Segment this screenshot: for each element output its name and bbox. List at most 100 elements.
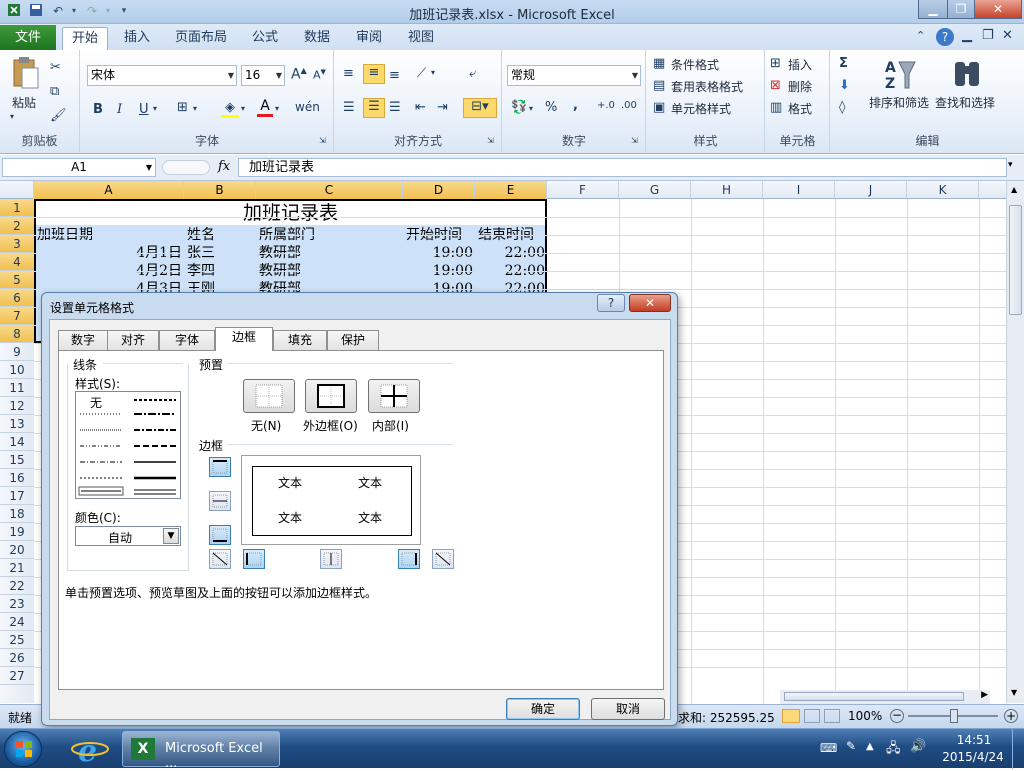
row-header[interactable]: 6 xyxy=(0,289,34,307)
dialog-close-button[interactable]: ✕ xyxy=(629,294,671,312)
border-center-button[interactable] xyxy=(320,549,342,569)
font-size-combo[interactable]: 16 ▼ xyxy=(241,65,285,86)
insert-cells-button[interactable]: 插入 xyxy=(788,56,812,73)
tray-expand-icon[interactable]: ▲ xyxy=(866,741,874,752)
border-diagonal-down-button[interactable] xyxy=(432,549,454,569)
border-bottom-button[interactable] xyxy=(209,525,231,545)
row-header[interactable]: 16 xyxy=(0,469,34,487)
clock-time[interactable]: 14:51 xyxy=(944,733,1004,747)
dialog-tab-border[interactable]: 边框 xyxy=(215,327,273,351)
pen-input-icon[interactable]: ✎ xyxy=(846,739,856,753)
row-header[interactable]: 27 xyxy=(0,667,34,685)
increase-indent-icon[interactable]: ⇥ xyxy=(437,100,448,115)
row-header[interactable]: 7 xyxy=(0,307,34,325)
formula-resize-handle[interactable] xyxy=(162,160,210,175)
table-cell[interactable]: 教研部 xyxy=(259,280,301,292)
row-header[interactable]: 24 xyxy=(0,613,34,631)
align-bottom-icon[interactable]: ≡ xyxy=(389,68,400,83)
underline-dropdown-icon[interactable]: ▾ xyxy=(153,104,157,113)
formula-expand-icon[interactable]: ▾ xyxy=(1008,160,1013,170)
dialog-tab-font[interactable]: 字体 xyxy=(159,330,215,350)
row-header[interactable]: 21 xyxy=(0,559,34,577)
row-header[interactable]: 20 xyxy=(0,541,34,559)
restore-button[interactable]: ❐ xyxy=(947,0,975,19)
dialog-tab-fill[interactable]: 填充 xyxy=(273,330,327,350)
row-header[interactable]: 15 xyxy=(0,451,34,469)
row-header[interactable]: 5 xyxy=(0,271,34,289)
format-cells-button[interactable]: 格式 xyxy=(788,100,812,117)
ribbon-collapse-icon[interactable]: ⌃ xyxy=(916,29,925,42)
help-icon[interactable]: ? xyxy=(936,28,954,46)
zoom-in-icon[interactable]: + xyxy=(1004,709,1018,723)
select-all-corner[interactable] xyxy=(0,181,34,199)
conditional-format-button[interactable]: 条件格式 xyxy=(671,56,719,73)
find-select-button[interactable]: 查找和选择 xyxy=(935,94,995,111)
decrease-decimal-icon[interactable]: .00 xyxy=(621,100,637,111)
phonetic-icon[interactable]: wén xyxy=(295,100,320,114)
minimize-button[interactable]: ▁ xyxy=(918,0,948,19)
column-header-g[interactable]: G xyxy=(619,181,691,199)
merge-center-icon[interactable]: ⊟▾ xyxy=(463,98,497,118)
preset-inside-button[interactable] xyxy=(368,379,420,413)
row-header[interactable]: 1 xyxy=(0,199,34,217)
italic-button[interactable]: I xyxy=(117,102,122,117)
alignment-dialog-launcher-icon[interactable]: ⇲ xyxy=(487,136,494,145)
border-diagonal-up-button[interactable] xyxy=(209,549,231,569)
start-button[interactable] xyxy=(4,731,42,767)
row-header[interactable]: 17 xyxy=(0,487,34,505)
accounting-dropdown-icon[interactable]: ▾ xyxy=(529,104,533,113)
autosum-button[interactable]: Σ xyxy=(839,56,848,71)
tab-data[interactable]: 数据 xyxy=(296,27,338,50)
workbook-close-icon[interactable]: ✕ xyxy=(1002,28,1013,43)
font-color-icon[interactable]: A xyxy=(257,98,273,117)
close-button[interactable]: ✕ xyxy=(974,0,1022,19)
comma-style-button[interactable]: , xyxy=(573,98,578,113)
cell-styles-button[interactable]: 单元格样式 xyxy=(671,100,731,117)
row-header[interactable]: 22 xyxy=(0,577,34,595)
column-header-c[interactable]: C xyxy=(256,181,403,199)
accounting-format-icon[interactable]: 💱 xyxy=(511,100,527,115)
vertical-scrollbar[interactable]: ▲ ▼ xyxy=(1006,181,1024,703)
font-dialog-launcher-icon[interactable]: ⇲ xyxy=(319,136,326,145)
sort-filter-button[interactable]: 排序和筛选 xyxy=(869,94,929,111)
copy-icon[interactable]: ⧉ xyxy=(50,84,59,99)
column-header-h[interactable]: H xyxy=(691,181,763,199)
clock-date[interactable]: 2015/4/24 xyxy=(938,750,1008,764)
dialog-tab-alignment[interactable]: 对齐 xyxy=(107,330,159,350)
scroll-up-icon[interactable]: ▲ xyxy=(1011,185,1017,194)
border-icon[interactable]: ⊞ xyxy=(177,100,188,115)
dialog-tab-protection[interactable]: 保护 xyxy=(327,330,379,350)
row-header[interactable]: 18 xyxy=(0,505,34,523)
row-header[interactable]: 14 xyxy=(0,433,34,451)
column-header-j[interactable]: J xyxy=(835,181,907,199)
vertical-scroll-thumb[interactable] xyxy=(1009,205,1022,315)
align-left-icon[interactable]: ☰ xyxy=(343,100,355,115)
volume-icon[interactable]: 🔊 xyxy=(910,739,926,754)
zoom-out-icon[interactable]: − xyxy=(890,709,904,723)
sheet-title[interactable]: 加班记录表 xyxy=(34,201,547,225)
row-header[interactable]: 4 xyxy=(0,253,34,271)
horizontal-scroll-thumb[interactable] xyxy=(784,692,964,701)
horizontal-scrollbar[interactable]: ▶ xyxy=(780,690,990,704)
normal-view-icon[interactable] xyxy=(782,709,800,723)
align-top-icon[interactable]: ≡ xyxy=(343,66,354,81)
tab-formulas[interactable]: 公式 xyxy=(244,27,286,50)
page-layout-view-icon[interactable] xyxy=(804,709,820,723)
border-top-button[interactable] xyxy=(209,457,231,477)
row-header[interactable]: 12 xyxy=(0,397,34,415)
fill-icon[interactable]: ⬇ xyxy=(839,78,850,93)
table-cell[interactable]: 4月3日 xyxy=(34,280,182,292)
taskbar-excel-button[interactable]: X Microsoft Excel ... xyxy=(122,731,280,771)
preset-outline-button[interactable] xyxy=(305,379,357,413)
increase-decimal-icon[interactable]: +.0 xyxy=(597,100,615,111)
preset-none-button[interactable] xyxy=(243,379,295,413)
orientation-dropdown-icon[interactable]: ▾ xyxy=(431,68,435,77)
align-right-icon[interactable]: ☰ xyxy=(389,100,401,115)
row-header[interactable]: 3 xyxy=(0,235,34,253)
decrease-indent-icon[interactable]: ⇤ xyxy=(415,100,426,115)
paste-dropdown-icon[interactable]: ▾ xyxy=(10,112,14,121)
number-dialog-launcher-icon[interactable]: ⇲ xyxy=(631,136,638,145)
row-header[interactable]: 19 xyxy=(0,523,34,541)
align-center-icon[interactable]: ☰ xyxy=(363,98,385,118)
orientation-icon[interactable]: ⟋ xyxy=(417,66,426,81)
